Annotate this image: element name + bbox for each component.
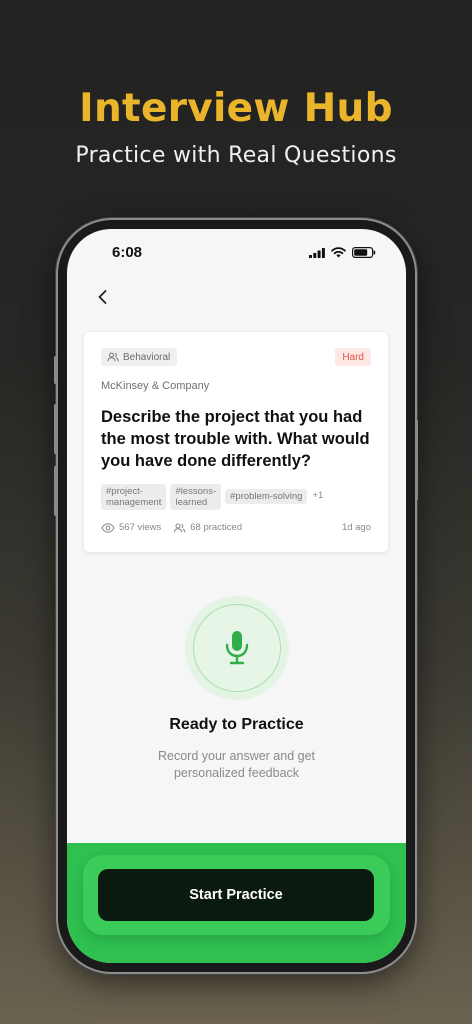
tag-problem-solving[interactable]: #problem-solving [225, 489, 308, 504]
posted-time: 1d ago [341, 522, 371, 533]
views-count: 567 views [119, 522, 162, 533]
question-card[interactable]: Behavioral Hard McKinsey & Company Descr… [84, 332, 388, 552]
back-button[interactable] [93, 287, 113, 307]
tags-more-count[interactable]: +1 [311, 484, 323, 501]
wifi-icon [331, 247, 346, 258]
chevron-left-icon [98, 290, 107, 304]
record-button[interactable] [193, 604, 281, 692]
practiced-count: 68 practiced [190, 522, 243, 533]
category-label: Behavioral [123, 351, 171, 363]
hero-title: Interview Hub [79, 86, 393, 131]
app-screen: 6:08 Behavioral Hard McKinsey & Company … [67, 229, 406, 963]
category-badge: Behavioral [101, 348, 178, 366]
users-icon [107, 352, 119, 362]
battery-icon [352, 247, 376, 258]
tag-lessons-learned[interactable]: #lessons- learned [170, 484, 222, 510]
microphone-icon [225, 631, 249, 665]
users-icon [174, 523, 186, 532]
bottom-action-bar: Start Practice [67, 843, 406, 963]
mic-button-halo [185, 596, 289, 700]
status-time: 6:08 [112, 244, 143, 261]
tag-list: #project- management #lessons- learned #… [101, 484, 323, 510]
signal-icon [309, 247, 325, 258]
tag-project-management[interactable]: #project- management [101, 484, 167, 510]
ready-title: Ready to Practice [169, 716, 304, 733]
phone-side-button [54, 466, 57, 516]
question-text: Describe the project that you had the mo… [101, 408, 370, 470]
company-name: McKinsey & Company [101, 380, 210, 392]
start-practice-button[interactable]: Start Practice [98, 869, 374, 921]
ready-subtitle: Record your answer and get personalized … [157, 749, 316, 780]
difficulty-badge: Hard [335, 348, 371, 366]
question-stats: 567 views 68 practiced 1d ago [101, 522, 371, 533]
status-bar: 6:08 [67, 229, 406, 279]
phone-side-button [54, 404, 57, 454]
phone-side-button [54, 356, 57, 384]
eye-icon [101, 522, 115, 533]
phone-side-button [415, 420, 418, 500]
hero-subtitle: Practice with Real Questions [75, 143, 397, 168]
